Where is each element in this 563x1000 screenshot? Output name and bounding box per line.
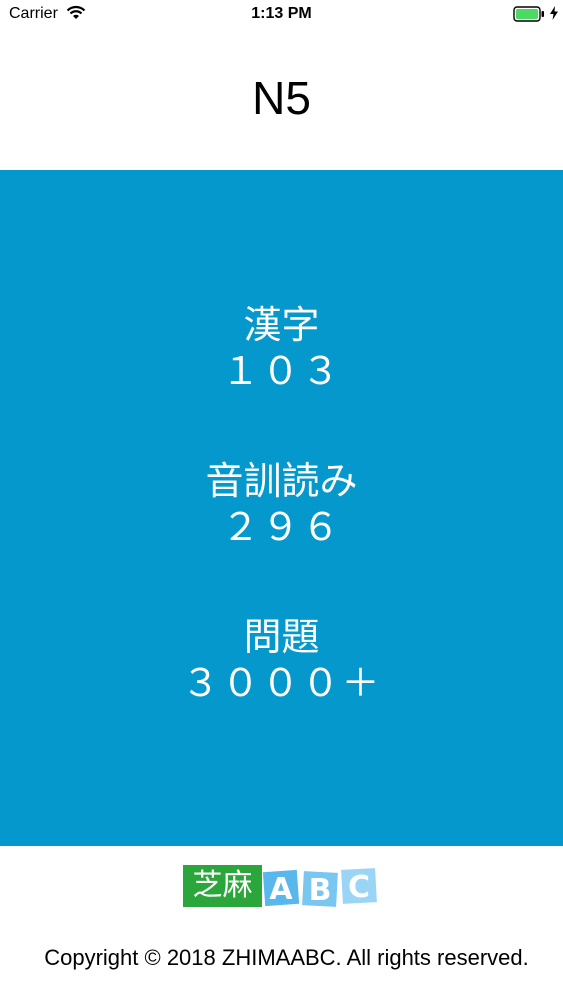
logo-letter-b: B [309, 873, 332, 907]
status-bar: Carrier 1:13 PM [0, 0, 563, 32]
stat-kanji: 漢字 １０３ [0, 302, 563, 394]
logo-chinese-text: 芝麻 [183, 865, 262, 907]
stat-label: 音訓読み [205, 459, 358, 503]
stat-value: １０３ [221, 349, 342, 393]
bolt-icon [550, 6, 558, 25]
logo-letter-a: A [269, 872, 293, 907]
stat-readings: 音訓読み ２９６ [0, 458, 563, 550]
copyright-text: Copyright © 2018 ZHIMAABC. All rights re… [44, 945, 529, 970]
stat-label: 問題 [243, 615, 320, 659]
stat-value: ３０００＋ [181, 661, 382, 705]
page-title: N5 [252, 72, 311, 124]
stats-panel: 漢字 １０３ 音訓読み ２９６ 問題 ３０００＋ [0, 170, 563, 846]
stat-questions: 問題 ３０００＋ [0, 614, 563, 706]
stat-label: 漢字 [243, 303, 320, 347]
status-time: 1:13 PM [251, 5, 312, 22]
battery-icon [513, 6, 545, 22]
logo-letter-c: C [348, 870, 370, 905]
stat-value: ２９６ [221, 505, 342, 549]
